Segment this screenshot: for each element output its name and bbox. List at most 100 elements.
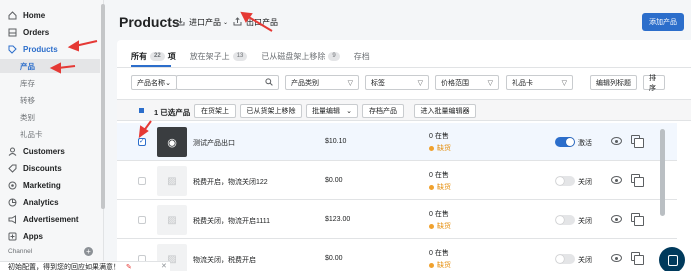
product-stock: 0 在售 bbox=[429, 172, 449, 179]
sidebar-subitem-transfers[interactable]: 转移 bbox=[0, 93, 100, 107]
remove-from-shelf-button[interactable]: 已从货架上移除 bbox=[240, 104, 302, 118]
product-type-filter[interactable]: 产品类别 ▽ bbox=[285, 75, 359, 90]
pencil-icon[interactable]: ✎ bbox=[126, 263, 132, 271]
tab-all[interactable]: 所有 22 项 bbox=[131, 48, 176, 64]
sidebar-item-label: Discounts bbox=[23, 163, 62, 173]
sidebar-item-label: Advertisement bbox=[23, 214, 79, 224]
product-name[interactable]: 测试产品出口 bbox=[193, 138, 235, 148]
view-icon[interactable] bbox=[611, 137, 622, 145]
analytics-icon bbox=[8, 198, 17, 207]
active-toggle[interactable] bbox=[555, 215, 575, 225]
status-label: 缺货 bbox=[437, 223, 451, 230]
table-row[interactable]: ▨ 物流关闭，税费开启 $0.00 0 在售 缺货 关闭 bbox=[117, 240, 677, 271]
sidebar-item-discounts[interactable]: Discounts bbox=[0, 161, 100, 175]
sort-button[interactable]: 排序 bbox=[643, 75, 665, 92]
product-name[interactable]: 税费关闭，物流开启1111 bbox=[193, 216, 270, 226]
copy-icon[interactable] bbox=[631, 135, 644, 148]
add-product-button[interactable]: 添加产品 bbox=[642, 13, 684, 31]
copy-icon[interactable] bbox=[631, 174, 644, 187]
image-placeholder-icon: ▨ bbox=[157, 205, 187, 235]
bulk-edit-label: 批量编辑 bbox=[312, 108, 341, 115]
sidebar-subitem-inventory[interactable]: 库存 bbox=[0, 76, 100, 90]
product-name-dropdown[interactable]: 产品名称 ⌄ bbox=[131, 75, 177, 90]
active-toggle[interactable] bbox=[555, 254, 575, 264]
copy-icon[interactable] bbox=[631, 252, 644, 265]
status-label: 缺货 bbox=[437, 145, 451, 152]
chat-icon[interactable] bbox=[659, 247, 685, 271]
view-icon[interactable] bbox=[611, 176, 622, 184]
copy-icon[interactable] bbox=[631, 213, 644, 226]
sidebar-item-apps[interactable]: Apps bbox=[0, 229, 100, 243]
archive-products-button[interactable]: 存档产品 bbox=[362, 104, 404, 118]
edit-columns-button[interactable]: 编辑列标题 bbox=[590, 75, 637, 90]
put-on-shelf-button[interactable]: 在货架上 bbox=[194, 104, 236, 118]
tab-count: 13 bbox=[232, 51, 248, 61]
sidebar-item-advertisement[interactable]: Advertisement bbox=[0, 212, 100, 226]
price-range-filter[interactable]: 价格范围 ▽ bbox=[435, 75, 499, 90]
search-input[interactable] bbox=[176, 75, 279, 90]
row-checkbox[interactable] bbox=[138, 137, 146, 146]
target-icon bbox=[8, 181, 17, 190]
status-label: 缺货 bbox=[437, 262, 451, 269]
tag-filter[interactable]: 标签 ▽ bbox=[365, 75, 429, 90]
row-checkbox[interactable] bbox=[138, 216, 146, 224]
sidebar-scrollbar[interactable] bbox=[101, 4, 105, 209]
bulk-editor-button[interactable]: 进入批量编辑器 bbox=[414, 104, 476, 118]
feedback-text: 初始配置，得到您的回应如果满意！ bbox=[8, 263, 120, 271]
close-icon[interactable]: ✕ bbox=[161, 262, 167, 270]
table-row[interactable]: ▨ 税费关闭，物流开启1111 $123.00 0 在售 缺货 关闭 bbox=[117, 201, 677, 239]
view-icon[interactable] bbox=[611, 215, 622, 223]
sidebar-item-orders[interactable]: Orders bbox=[0, 25, 100, 39]
sidebar-subitem-gift-cards[interactable]: 礼品卡 bbox=[0, 127, 100, 141]
active-toggle[interactable] bbox=[555, 137, 575, 147]
sidebar-item-customers[interactable]: Customers bbox=[0, 144, 100, 158]
product-price: $0.00 bbox=[325, 177, 343, 184]
channel-heading: Channel bbox=[8, 248, 33, 255]
table-scrollbar[interactable] bbox=[660, 129, 665, 216]
product-name[interactable]: 税费开启，物流关闭122 bbox=[193, 177, 268, 187]
export-products-link[interactable]: 出口产品 bbox=[233, 17, 278, 28]
import-products-link[interactable]: 进口产品 ⌄ bbox=[176, 17, 228, 28]
import-icon bbox=[176, 17, 185, 28]
tab-archived[interactable]: 存档 bbox=[354, 48, 370, 64]
table-row[interactable]: ◉ 测试产品出口 $10.10 0 在售 缺货 激活 bbox=[117, 123, 677, 161]
ad-icon bbox=[8, 214, 17, 224]
person-icon bbox=[8, 147, 17, 156]
tab-removed[interactable]: 已从磁盘架上移除 9 bbox=[261, 48, 340, 64]
product-price: $0.00 bbox=[325, 255, 343, 262]
add-channel-icon[interactable]: + bbox=[84, 247, 93, 256]
tab-label: 所有 bbox=[131, 51, 147, 61]
product-name[interactable]: 物流关闭，税费开启 bbox=[193, 255, 256, 265]
export-icon bbox=[233, 17, 242, 28]
discount-icon bbox=[8, 164, 17, 173]
sidebar-subitem-products[interactable]: 产品 bbox=[0, 59, 100, 73]
tab-label: 已从磁盘架上移除 bbox=[261, 51, 326, 61]
sidebar-subitem-label: 类别 bbox=[20, 112, 35, 122]
filter-label: 产品类别 bbox=[291, 79, 319, 87]
chevron-down-icon: ⌄ bbox=[165, 79, 171, 87]
status-dot-icon bbox=[429, 223, 434, 229]
import-label: 进口产品 bbox=[189, 18, 221, 27]
page-title: Products bbox=[119, 14, 180, 30]
bulk-edit-dropdown[interactable]: 批量编辑 ⌄ bbox=[306, 104, 358, 118]
sidebar-subitem-categories[interactable]: 类别 bbox=[0, 110, 100, 124]
sidebar-item-label: Products bbox=[23, 44, 58, 54]
sidebar-item-products[interactable]: Products bbox=[0, 42, 100, 56]
sidebar-item-marketing[interactable]: Marketing bbox=[0, 178, 100, 192]
table-row[interactable]: ▨ 税费开启，物流关闭122 $0.00 0 在售 缺货 关闭 bbox=[117, 162, 677, 200]
product-thumbnail: ◉ bbox=[157, 127, 187, 157]
row-checkbox[interactable] bbox=[138, 177, 146, 185]
orders-icon bbox=[8, 28, 17, 37]
view-icon[interactable] bbox=[611, 254, 622, 262]
tab-on-shelf[interactable]: 放在架子上 13 bbox=[190, 48, 248, 64]
sidebar-item-label: Analytics bbox=[23, 197, 59, 207]
gift-card-filter[interactable]: 礼品卡 ▽ bbox=[506, 75, 573, 90]
sidebar-item-analytics[interactable]: Analytics bbox=[0, 195, 100, 209]
stock-status: 缺货 bbox=[429, 260, 451, 270]
sidebar-item-home[interactable]: Home bbox=[0, 8, 100, 22]
select-all-checkbox[interactable] bbox=[139, 108, 144, 113]
product-stock: 0 在售 bbox=[429, 250, 449, 257]
product-stock: 0 在售 bbox=[429, 211, 449, 218]
apps-icon bbox=[8, 232, 17, 241]
active-toggle[interactable] bbox=[555, 176, 575, 186]
